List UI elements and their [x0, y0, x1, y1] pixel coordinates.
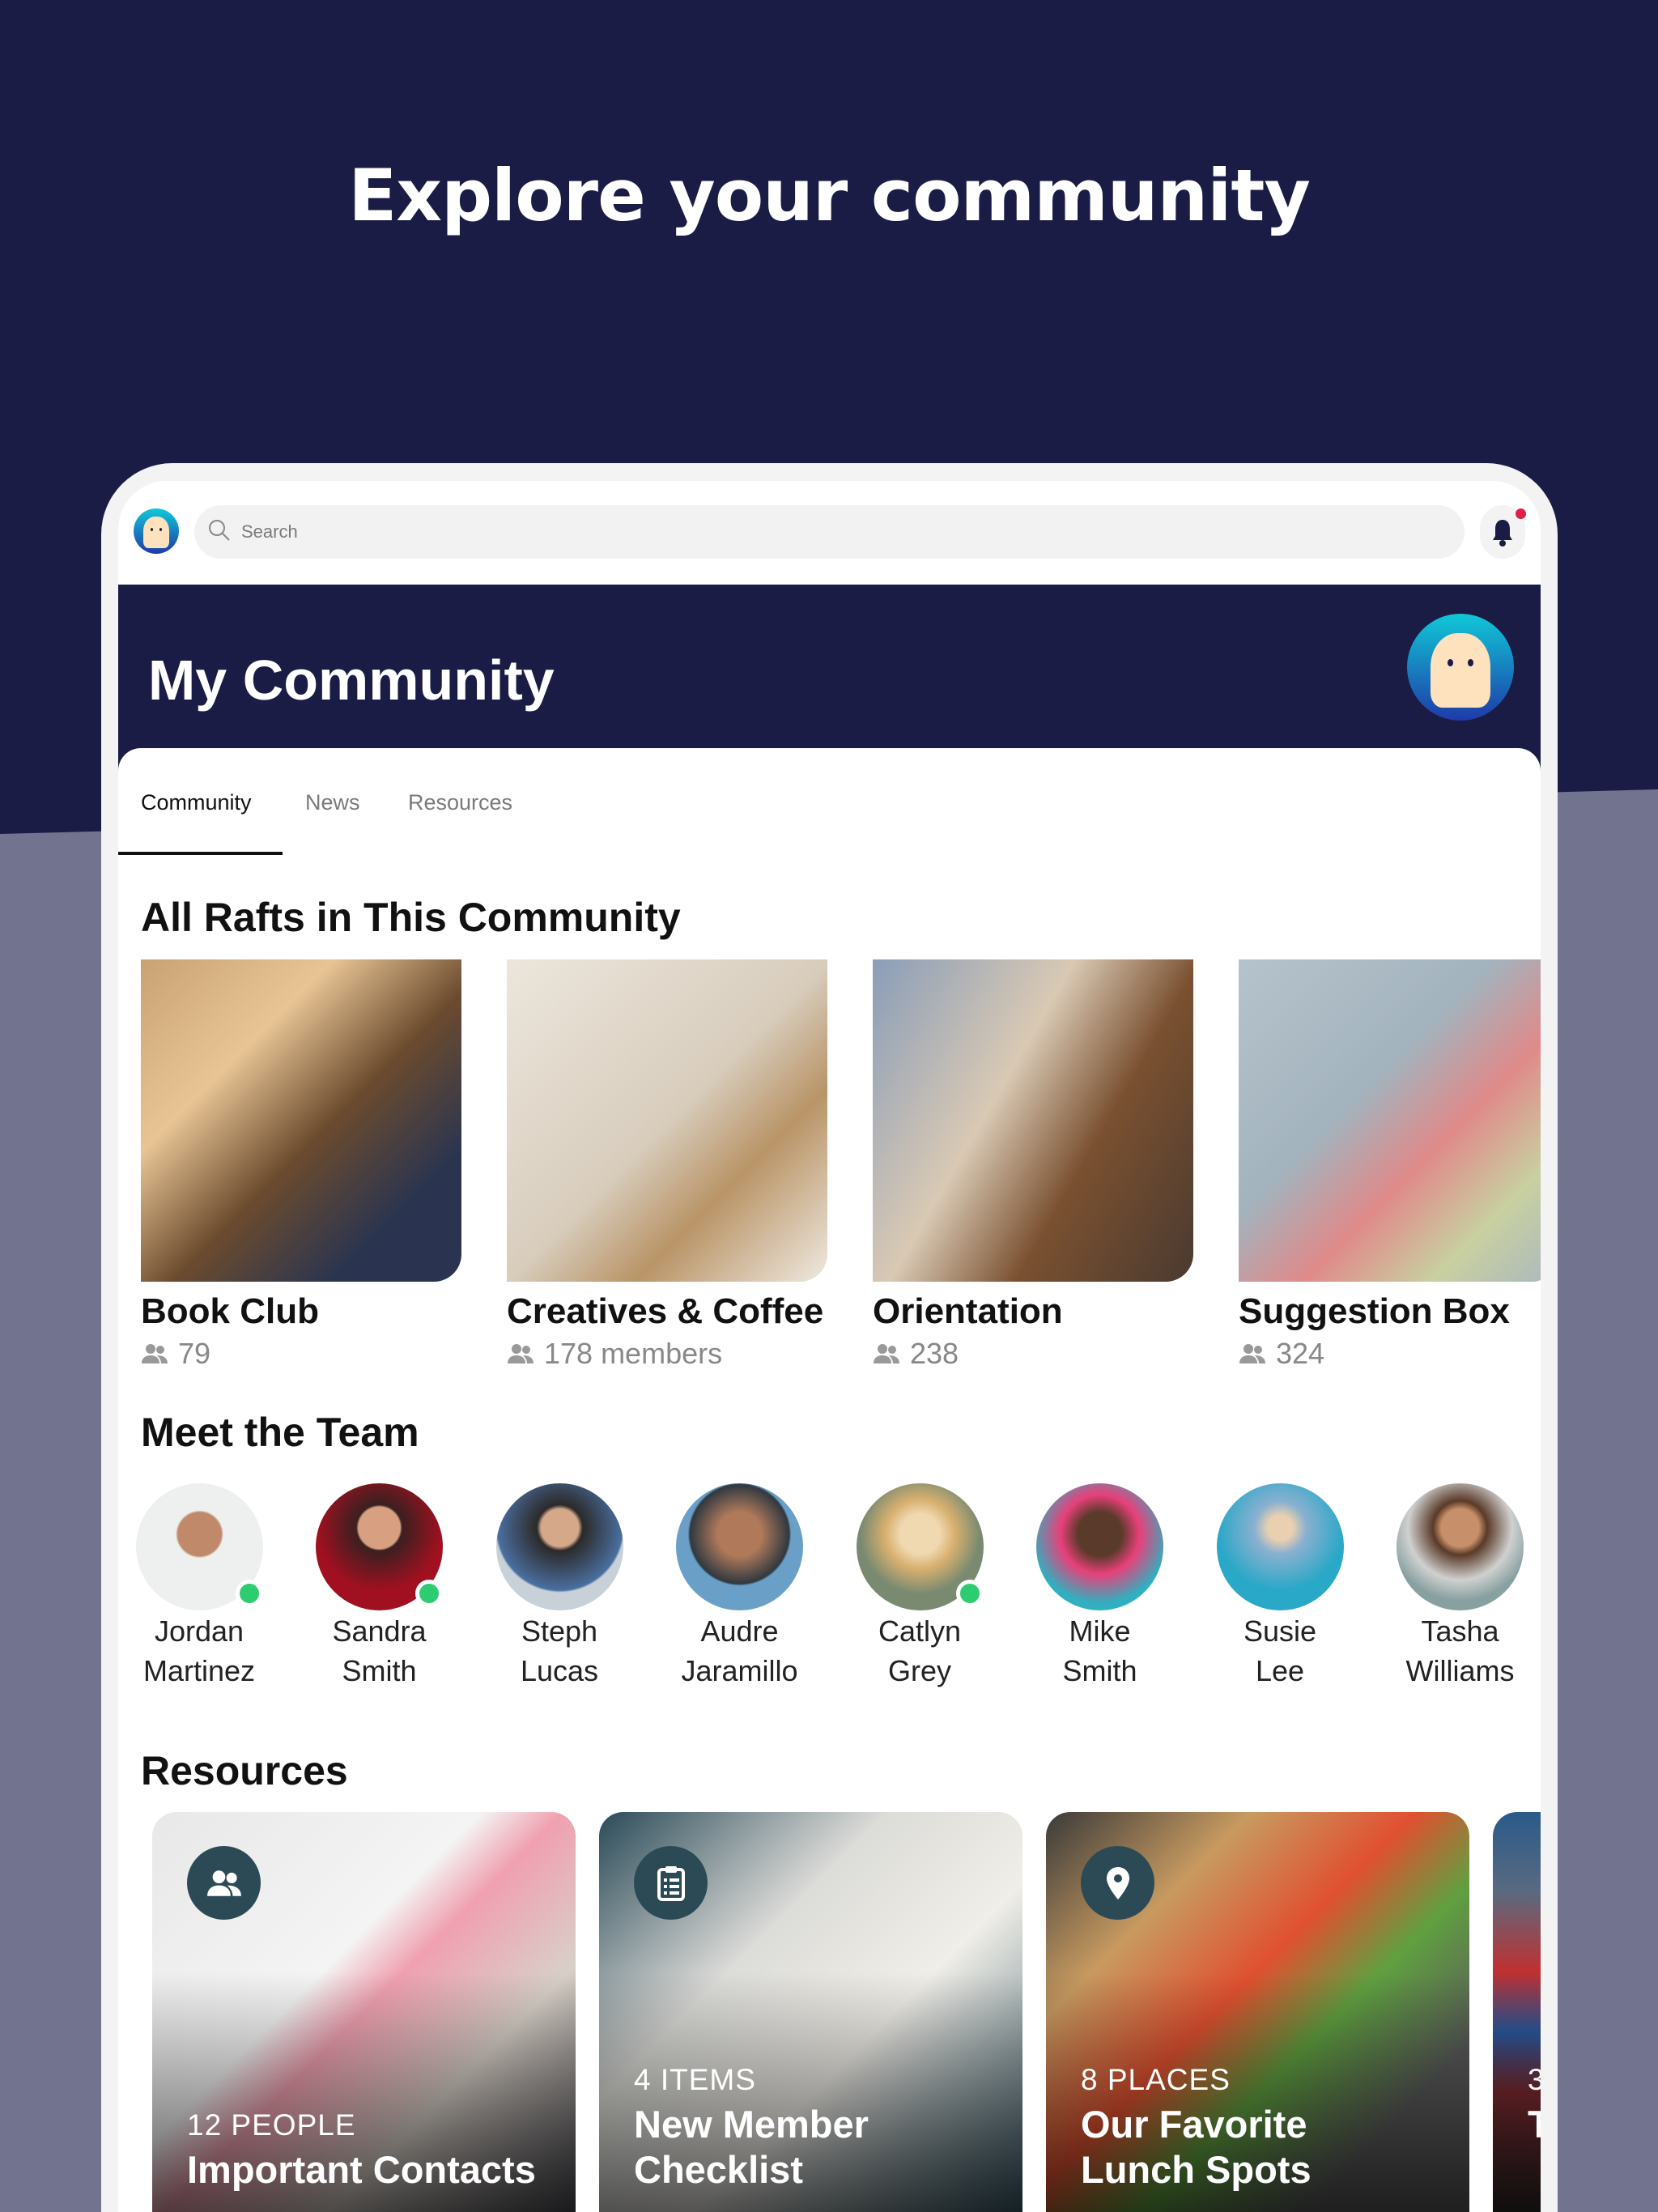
raft-members: 238 — [873, 1337, 1193, 1371]
app-avatar[interactable] — [134, 508, 179, 554]
raft-members: 324 — [1239, 1337, 1541, 1371]
raft-title: Creatives & Coffee — [507, 1291, 824, 1331]
member-last-name: Jaramillo — [681, 1654, 798, 1687]
top-bar: Search — [118, 481, 1541, 585]
member-first-name: Steph — [521, 1614, 598, 1648]
member-first-name: Jordan — [154, 1614, 244, 1648]
resource-title: T — [1528, 2103, 1541, 2146]
member-count: 79 — [178, 1337, 211, 1370]
team-member[interactable]: Susie Lee — [1199, 1483, 1361, 1690]
member-last-name: Lucas — [520, 1654, 599, 1687]
search-icon — [209, 520, 230, 541]
raft-members: 178 members — [507, 1337, 827, 1371]
resource-card[interactable]: 12 PEOPLE Important Contacts — [152, 1812, 576, 2212]
people-icon — [187, 1846, 261, 1920]
search-input[interactable]: Search — [194, 505, 1465, 559]
notifications-button[interactable] — [1480, 505, 1526, 559]
avatar — [676, 1483, 803, 1610]
raft-title: Book Club — [141, 1291, 319, 1331]
avatar — [495, 1483, 623, 1610]
checklist-icon — [634, 1846, 708, 1920]
tab-news[interactable]: News — [305, 790, 360, 815]
team-member[interactable]: Steph Lucas — [478, 1483, 640, 1690]
app-screen: Search My Community Community News Resou… — [118, 481, 1541, 2212]
member-first-name: Catlyn — [878, 1614, 962, 1648]
member-first-name: Tasha — [1421, 1614, 1499, 1648]
search-placeholder: Search — [241, 521, 298, 542]
avatar — [135, 1483, 263, 1610]
resources-heading: Resources — [141, 1748, 348, 1793]
rafts-heading: All Rafts in This Community — [141, 895, 681, 940]
resource-title: Important Contacts — [187, 2148, 536, 2191]
team-member[interactable]: Catlyn Grey — [839, 1483, 1001, 1690]
online-status-dot — [235, 1580, 263, 1607]
member-count: 178 members — [544, 1337, 723, 1370]
team-member[interactable]: Mike Smith — [1019, 1483, 1181, 1690]
image-overlay — [1493, 1812, 1541, 2212]
raft-image — [141, 959, 461, 1282]
raft-image — [873, 959, 1193, 1282]
page-title: My Community — [148, 649, 555, 712]
team-member[interactable]: Audre Jaramillo — [659, 1483, 821, 1690]
raft-card[interactable]: Orientation 238 — [873, 959, 1193, 1371]
members-icon — [142, 1344, 168, 1363]
team-member[interactable]: Sandra Smith — [299, 1483, 461, 1690]
online-status-dot — [415, 1580, 443, 1607]
bell-icon — [1493, 520, 1512, 547]
resource-card[interactable]: 3 T — [1493, 1812, 1541, 2212]
resource-count: 4 ITEMS — [634, 2063, 756, 2096]
members-icon — [1239, 1344, 1265, 1363]
member-first-name: Audre — [700, 1614, 779, 1648]
resource-card[interactable]: 8 PLACES Our Favorite Lunch Spots — [1046, 1812, 1469, 2212]
otter-logo-icon — [1431, 632, 1490, 708]
member-last-name: Grey — [887, 1654, 951, 1687]
member-last-name: Smith — [342, 1654, 417, 1687]
tab-resources[interactable]: Resources — [408, 790, 512, 815]
resource-title: New Member Checklist — [634, 2103, 869, 2191]
avatar — [856, 1483, 984, 1610]
community-header: My Community — [118, 585, 1541, 771]
community-avatar[interactable] — [1407, 614, 1514, 721]
member-last-name: Smith — [1062, 1654, 1137, 1687]
otter-logo-icon — [143, 517, 169, 549]
active-tab-indicator — [118, 852, 283, 855]
member-first-name: Susie — [1243, 1614, 1317, 1648]
tab-community[interactable]: Community — [141, 790, 252, 815]
raft-card[interactable]: Suggestion Box 324 — [1239, 959, 1541, 1371]
raft-title: Suggestion Box — [1239, 1291, 1510, 1331]
raft-image — [507, 959, 827, 1282]
avatar — [1036, 1483, 1163, 1610]
member-count: 238 — [910, 1337, 959, 1370]
member-first-name: Mike — [1069, 1614, 1131, 1648]
member-first-name: Sandra — [332, 1614, 427, 1648]
resource-count: 8 PLACES — [1081, 2063, 1231, 2096]
member-count: 324 — [1276, 1337, 1325, 1370]
resource-count: 3 — [1528, 2063, 1541, 2096]
avatar — [1397, 1483, 1524, 1610]
raft-title: Orientation — [873, 1291, 1063, 1331]
resource-card[interactable]: 4 ITEMS New Member Checklist — [599, 1812, 1022, 2212]
raft-image — [1239, 959, 1541, 1282]
member-last-name: Williams — [1405, 1654, 1515, 1687]
team-member[interactable]: Jordan Martinez — [118, 1483, 280, 1690]
content-panel: Community News Resources All Rafts in Th… — [118, 748, 1541, 2212]
members-icon — [508, 1344, 534, 1363]
raft-card[interactable]: Book Club 79 — [141, 959, 461, 1371]
resource-count: 12 PEOPLE — [187, 2108, 356, 2142]
avatar — [1216, 1483, 1344, 1610]
resource-title: Our Favorite Lunch Spots — [1081, 2103, 1312, 2191]
team-heading: Meet the Team — [141, 1410, 419, 1455]
location-pin-icon — [1081, 1846, 1154, 1920]
hero-title: Explore your community — [348, 154, 1311, 237]
members-icon — [874, 1344, 899, 1363]
raft-card[interactable]: Creatives & Coffee 178 members — [507, 959, 827, 1371]
avatar — [316, 1483, 443, 1610]
notification-badge — [1516, 508, 1526, 519]
member-last-name: Martinez — [142, 1654, 256, 1687]
member-last-name: Lee — [1255, 1654, 1305, 1687]
team-member[interactable]: Tasha Williams — [1380, 1483, 1541, 1690]
online-status-dot — [955, 1580, 984, 1607]
raft-members: 79 — [141, 1337, 461, 1371]
